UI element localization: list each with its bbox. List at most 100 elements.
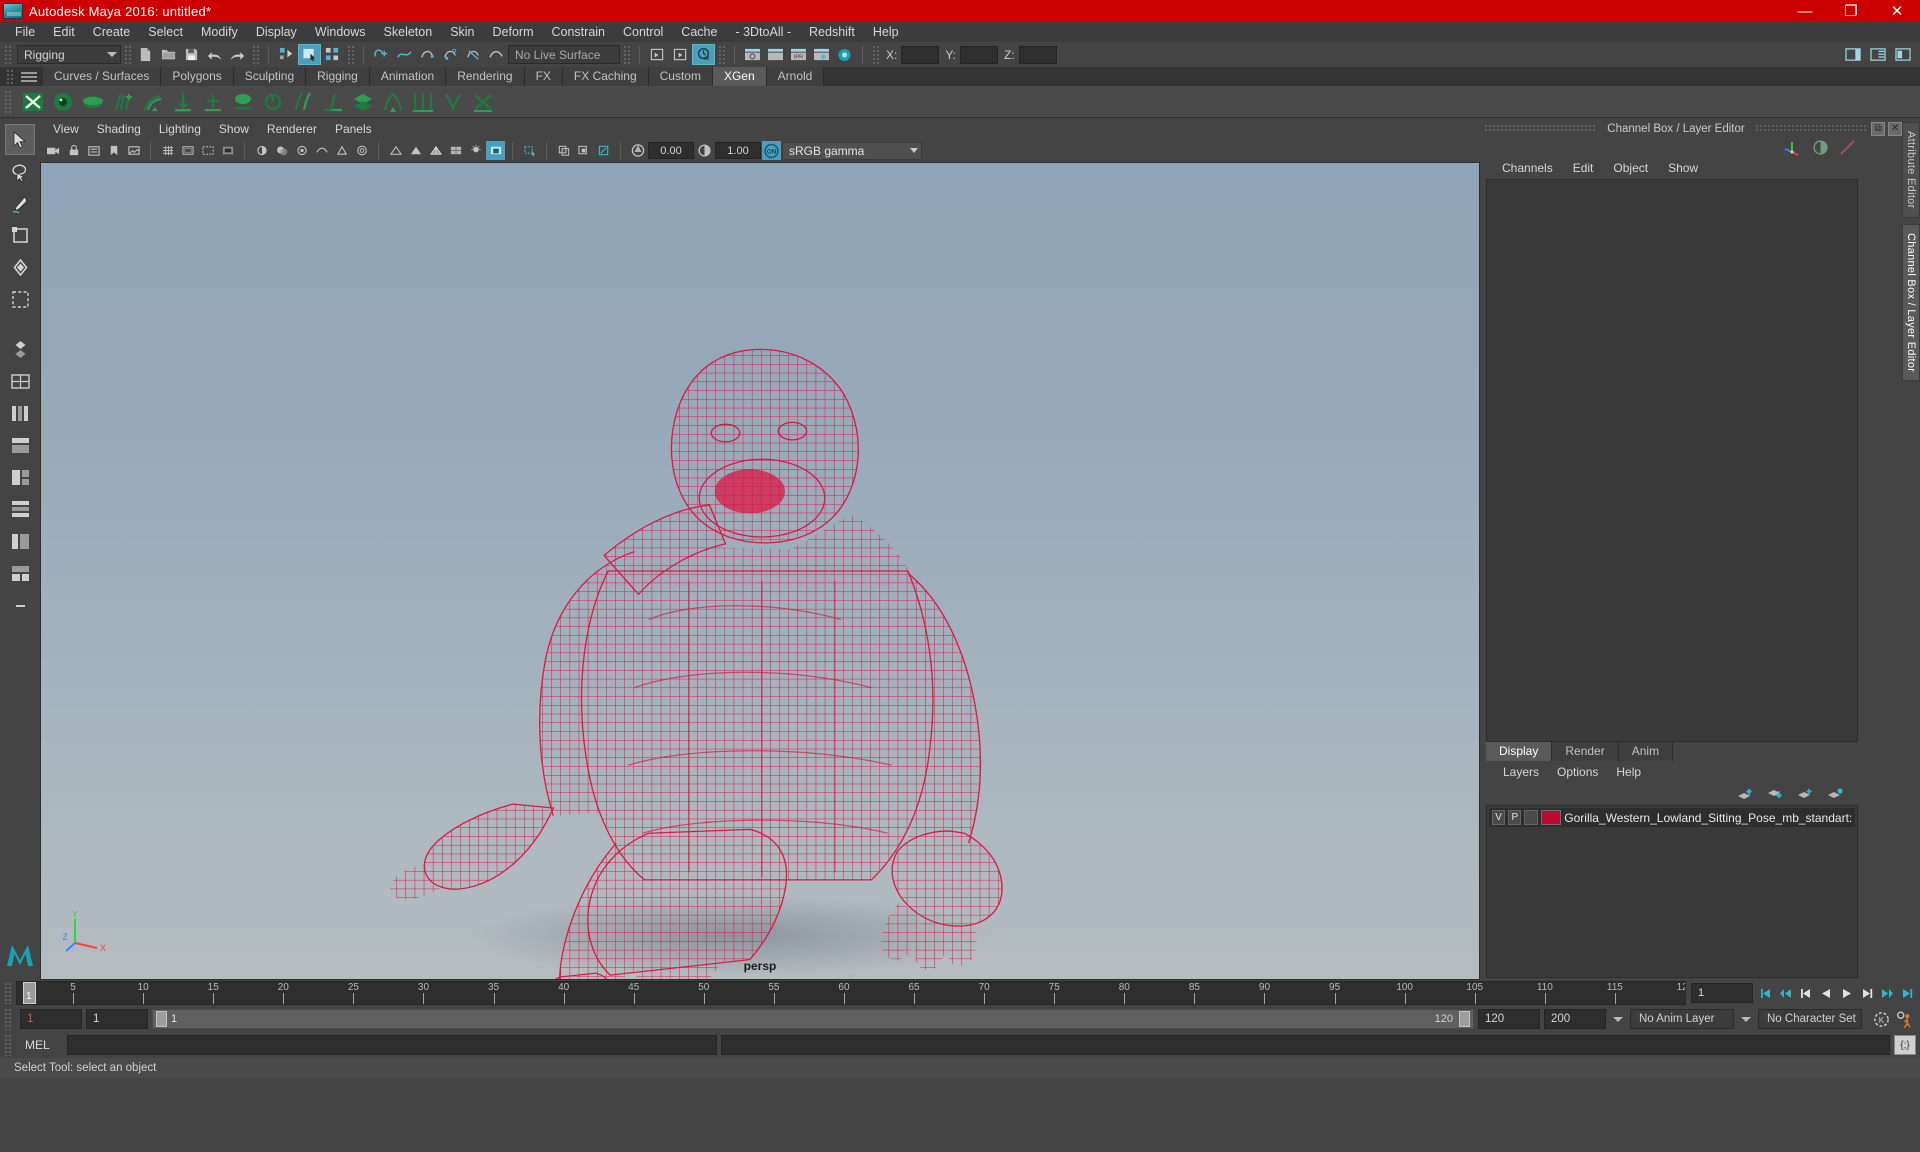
layout-three-pane-icon[interactable] (5, 558, 35, 589)
xgen-collection-icon[interactable] (348, 87, 377, 116)
shelf-gripper[interactable] (6, 69, 15, 85)
multisample-aa-icon[interactable] (332, 141, 351, 160)
render-settings-icon[interactable]: IPR (787, 44, 810, 65)
exposure-icon[interactable] (628, 141, 647, 160)
xgen-cut-icon[interactable] (258, 87, 287, 116)
shelf-menu-icon[interactable] (21, 70, 37, 84)
new-layer-icon[interactable] (1796, 787, 1814, 801)
shelf-tab-fx-caching[interactable]: FX Caching (562, 67, 649, 86)
script-editor-icon[interactable]: {;} (1894, 1035, 1916, 1055)
film-gate-icon[interactable] (178, 141, 197, 160)
wireframe-icon[interactable] (386, 141, 405, 160)
shelf-tab-animation[interactable]: Animation (369, 67, 447, 86)
new-layer-from-selected-icon[interactable] (1826, 787, 1844, 801)
menu-skin[interactable]: Skin (441, 22, 483, 42)
layer-visibility-toggle[interactable]: V (1492, 810, 1506, 825)
xgen-clear-icon[interactable] (438, 87, 467, 116)
menu-select[interactable]: Select (139, 22, 192, 42)
viewport-menu-renderer[interactable]: Renderer (258, 120, 326, 139)
scale-tool-icon[interactable] (5, 284, 35, 315)
xgen-length-icon[interactable] (168, 87, 197, 116)
menu-cache[interactable]: Cache (672, 22, 726, 42)
range-start-field[interactable]: 1 (86, 1009, 148, 1029)
camera-attributes-icon[interactable] (84, 141, 103, 160)
layer-tab-anim[interactable]: Anim (1618, 742, 1674, 761)
shelf-tab-custom[interactable]: Custom (648, 67, 713, 86)
shelf-tab-polygons[interactable]: Polygons (161, 67, 234, 86)
layout-dash-icon[interactable] (5, 590, 35, 621)
layer-menu-help[interactable]: Help (1607, 761, 1650, 783)
close-icon[interactable]: ✕ (1888, 121, 1903, 136)
shelf-tab-rendering[interactable]: Rendering (446, 67, 525, 86)
channel-box-menu-edit[interactable]: Edit (1563, 157, 1604, 179)
step-back-key-icon[interactable] (1777, 983, 1796, 1003)
xgen-add-density-icon[interactable] (108, 87, 137, 116)
motion-blur-icon[interactable] (312, 141, 331, 160)
rotate-tool-icon[interactable] (5, 252, 35, 283)
shelf-tab-xgen[interactable]: XGen (712, 67, 767, 86)
manipulator-axis-icon[interactable] (1782, 138, 1802, 156)
layout-persp-outliner-icon[interactable] (5, 430, 35, 461)
layer-color-swatch[interactable] (1540, 810, 1562, 825)
make-live-icon[interactable] (485, 44, 508, 65)
layer-playback-toggle[interactable]: P (1508, 810, 1522, 825)
depth-of-field-icon[interactable] (352, 141, 371, 160)
anim-layer-selector[interactable]: No Anim Layer (1630, 1009, 1734, 1029)
shelf-tab-curves-surfaces[interactable]: Curves / Surfaces (43, 67, 162, 86)
layout-persp-graph-icon[interactable] (5, 462, 35, 493)
xgen-noise-icon[interactable] (198, 87, 227, 116)
menu-modify[interactable]: Modify (192, 22, 247, 42)
two-sided-lighting-icon[interactable] (252, 141, 271, 160)
shelf-tab-fx[interactable]: FX (524, 67, 563, 86)
snap-to-view-plane-icon[interactable] (462, 44, 485, 65)
statusline-gripper[interactable] (4, 44, 13, 65)
render-current-frame-icon[interactable] (741, 44, 764, 65)
screen-space-ao-icon[interactable] (292, 141, 311, 160)
image-plane-icon[interactable] (124, 141, 143, 160)
lasso-select-tool-icon[interactable] (5, 156, 35, 187)
menuset-selector[interactable]: Rigging (17, 45, 121, 64)
redo-icon[interactable] (226, 44, 249, 65)
current-time-indicator[interactable]: 1 (23, 982, 36, 1004)
hypershade-icon[interactable] (810, 44, 833, 65)
show-hypergraph-icon[interactable] (692, 44, 715, 65)
xgen-groom-icon[interactable] (78, 87, 107, 116)
layer-menu-options[interactable]: Options (1548, 761, 1607, 783)
shadows-icon[interactable] (272, 141, 291, 160)
menu-windows[interactable]: Windows (306, 22, 375, 42)
layer-tab-display[interactable]: Display (1486, 742, 1553, 761)
move-layer-up-icon[interactable] (1736, 787, 1754, 801)
step-forward-frame-icon[interactable] (1857, 983, 1876, 1003)
layout-four-view-icon[interactable] (5, 398, 35, 429)
chevron-down-icon[interactable] (1613, 1016, 1623, 1022)
select-camera-icon[interactable] (44, 141, 63, 160)
close-button[interactable]: ✕ (1874, 0, 1920, 22)
grid-toggle-icon[interactable] (158, 141, 177, 160)
show-editor-icon[interactable] (646, 44, 669, 65)
menu-create[interactable]: Create (84, 22, 140, 42)
viewport-menu-lighting[interactable]: Lighting (150, 120, 210, 139)
wireframe-on-shaded-icon[interactable] (426, 141, 445, 160)
resolution-gate-icon[interactable] (198, 141, 217, 160)
command-input-field[interactable] (67, 1035, 717, 1055)
shelf-tab-sculpting[interactable]: Sculpting (233, 67, 307, 86)
play-backwards-icon[interactable] (1817, 983, 1836, 1003)
attribute-editor-toggle-icon[interactable] (1866, 44, 1889, 65)
menu-edit[interactable]: Edit (44, 22, 84, 42)
move-tool-icon[interactable] (5, 220, 35, 251)
range-slider-gripper[interactable] (4, 1008, 13, 1030)
range-end-field[interactable]: 120 (1478, 1009, 1540, 1029)
select-by-component-icon[interactable] (321, 44, 344, 65)
show-manipulator-tool-icon[interactable] (5, 334, 35, 365)
gamma-icon[interactable] (695, 141, 714, 160)
channel-box-list[interactable] (1486, 179, 1858, 742)
menu-help[interactable]: Help (864, 22, 908, 42)
textured-icon[interactable] (446, 141, 465, 160)
minimize-button[interactable]: — (1782, 0, 1828, 22)
diagonal-line-icon[interactable] (1839, 139, 1856, 156)
snap-to-projected-center-icon[interactable] (439, 44, 462, 65)
vertical-tab-channel-box[interactable]: Channel Box / Layer Editor (1902, 223, 1920, 381)
snap-to-grid-icon[interactable] (370, 44, 393, 65)
shelf-tab-arnold[interactable]: Arnold (766, 67, 825, 86)
xgen-part-icon[interactable] (288, 87, 317, 116)
